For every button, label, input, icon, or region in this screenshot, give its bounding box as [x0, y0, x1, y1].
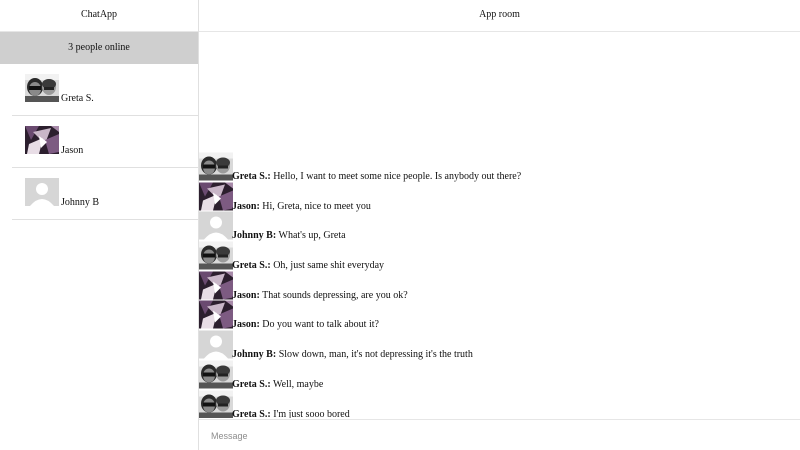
contact-name: Greta S. — [61, 93, 94, 104]
message-composer — [199, 419, 800, 450]
couple-photo-avatar — [199, 241, 233, 270]
message-input[interactable] — [211, 428, 771, 444]
message-item: Greta S.: Oh, just same shit everyday — [199, 241, 800, 271]
chat-panel: App room Greta S.: Hello, I want to meet… — [199, 0, 800, 450]
message-body: Well, maybe — [270, 378, 324, 390]
message-body: Do you want to talk about it? — [259, 319, 379, 331]
message-item: Greta S.: Well, maybe — [199, 360, 800, 390]
message-body: Slow down, man, it's not depressing it's… — [276, 349, 473, 361]
default-user-avatar — [199, 211, 233, 240]
couple-photo-avatar — [25, 74, 59, 102]
abstract-art-avatar — [199, 271, 233, 300]
default-user-avatar — [25, 178, 59, 206]
contact-list: Greta S. Jason Johnny B — [0, 64, 198, 220]
abstract-art-avatar — [199, 300, 233, 329]
message-body: I'm just sooo bored — [270, 408, 350, 419]
contact-name: Jason — [61, 145, 84, 156]
contact-item-johnny[interactable]: Johnny B — [12, 168, 198, 220]
message-author: Greta S.: — [232, 171, 271, 182]
message-body: That sounds depressing, are you ok? — [259, 289, 408, 301]
message-author: Johnny B: — [232, 349, 277, 361]
app-title: ChatApp — [0, 0, 198, 32]
online-status-banner: 3 people online — [0, 32, 198, 64]
message-item: Jason: Do you want to talk about it? — [199, 300, 800, 330]
message-item: Johnny B: What's up, Greta — [199, 211, 800, 241]
message-body: Hello, I want to meet some nice people. … — [270, 171, 522, 182]
message-text: Greta S.: I'm just sooo bored — [232, 409, 350, 419]
message-item: Jason: That sounds depressing, are you o… — [199, 271, 800, 301]
contact-item-jason[interactable]: Jason — [12, 116, 198, 168]
message-author: Greta S.: — [232, 408, 271, 419]
message-item: Johnny B: Slow down, man, it's not depre… — [199, 330, 800, 360]
room-title: App room — [199, 0, 800, 32]
message-body: What's up, Greta — [276, 230, 346, 242]
message-author: Jason: — [232, 319, 260, 331]
message-item: Greta S.: Hello, I want to meet some nic… — [199, 152, 800, 182]
abstract-art-avatar — [25, 126, 59, 154]
default-user-avatar — [199, 330, 233, 359]
message-author: Jason: — [232, 289, 260, 301]
message-item: Greta S.: I'm just sooo bored — [199, 390, 800, 419]
message-author: Jason: — [232, 200, 260, 212]
abstract-art-avatar — [199, 182, 233, 211]
couple-photo-avatar — [199, 360, 233, 389]
message-list[interactable]: Greta S.: Hello, I want to meet some nic… — [199, 152, 800, 418]
message-body: Oh, just same shit everyday — [270, 260, 385, 272]
message-item: Jason: Hi, Greta, nice to meet you — [199, 182, 800, 212]
couple-photo-avatar — [199, 390, 233, 418]
message-author: Johnny B: — [232, 230, 277, 242]
message-author: Greta S.: — [232, 378, 271, 390]
message-body: Hi, Greta, nice to meet you — [259, 200, 371, 212]
contact-item-greta[interactable]: Greta S. — [12, 64, 198, 116]
message-author: Greta S.: — [232, 260, 271, 272]
sidebar: ChatApp 3 people online Greta S. Jason J… — [0, 0, 199, 450]
contact-name: Johnny B — [61, 197, 100, 208]
couple-photo-avatar — [199, 152, 233, 181]
